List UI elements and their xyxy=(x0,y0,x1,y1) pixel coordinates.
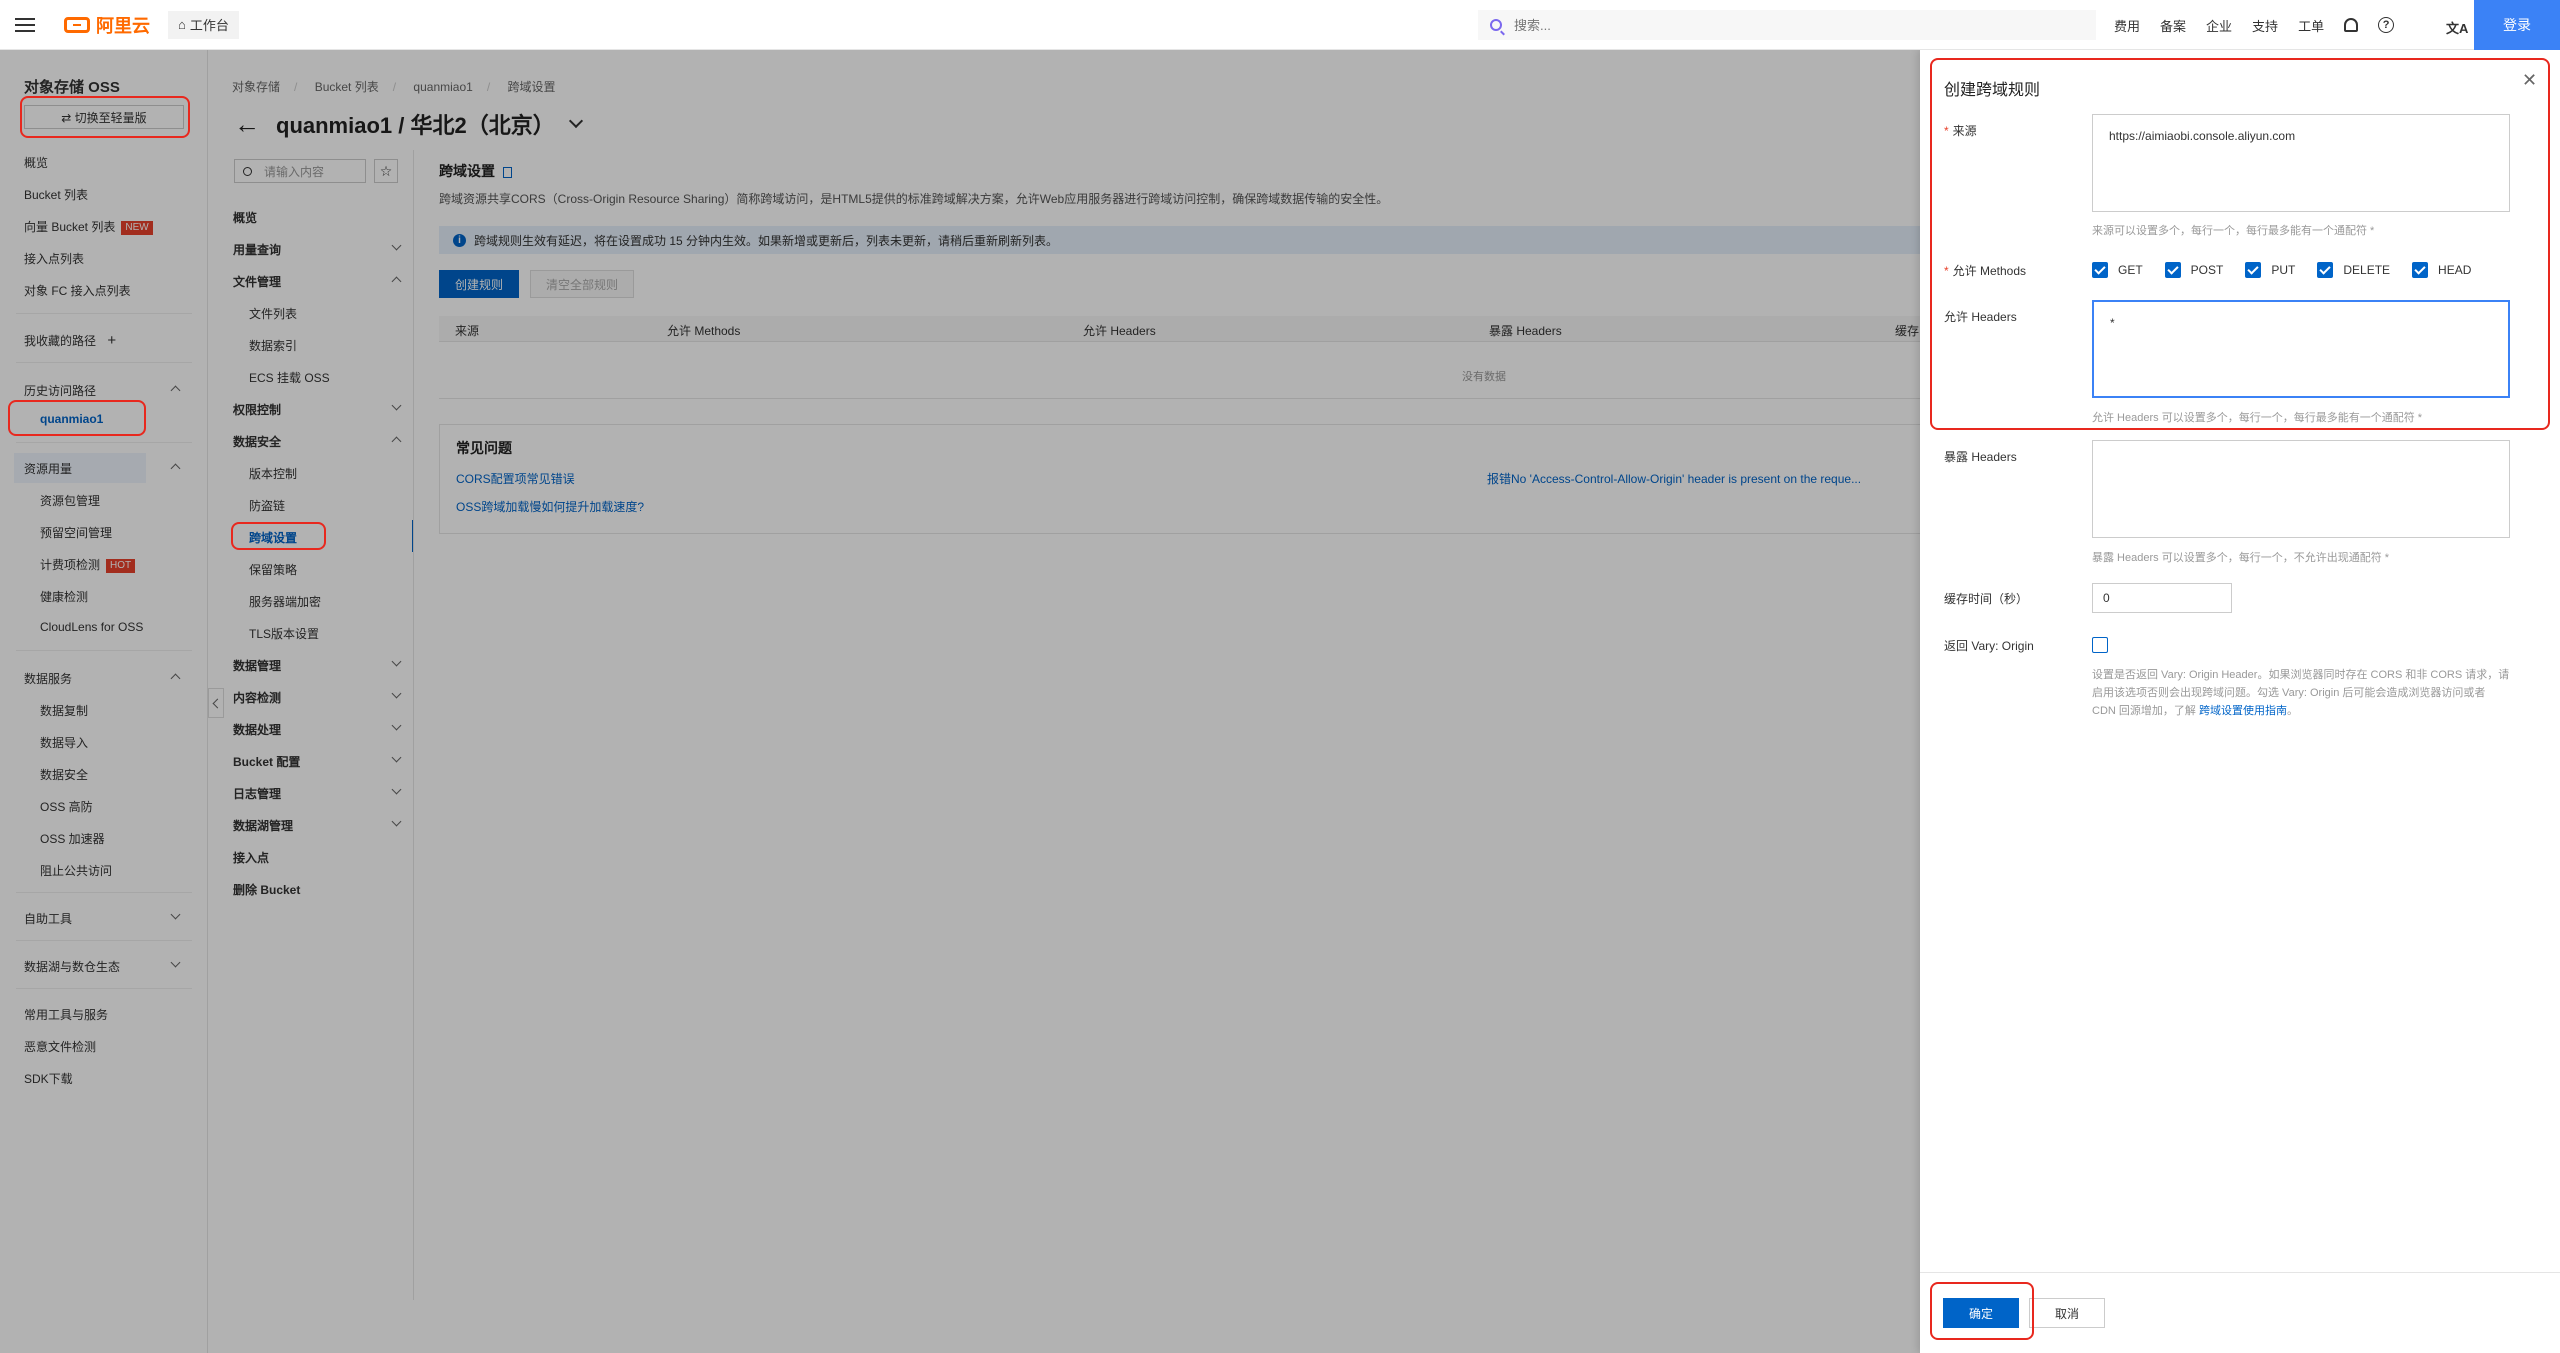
origin-label: * 来源 xyxy=(1944,124,1977,138)
top-navbar: 阿里云 ⌂工作台 费用 备案 企业 支持 工单 ? 文A 登录 xyxy=(0,0,2560,50)
nav-link-icp[interactable]: 备案 xyxy=(2160,16,2186,35)
checkbox-checked-icon xyxy=(2245,262,2262,278)
menu-icon[interactable] xyxy=(0,0,50,50)
cache-time-label: 缓存时间（秒） xyxy=(1944,592,2029,606)
checkbox-head[interactable]: HEAD xyxy=(2412,262,2471,278)
checkbox-checked-icon xyxy=(2412,262,2429,278)
top-nav-links: 费用 备案 企业 支持 工单 ? xyxy=(2114,0,2454,50)
checkbox-checked-icon xyxy=(2092,262,2108,278)
workbench-button[interactable]: ⌂ 工作台 xyxy=(168,10,239,39)
bell-icon[interactable] xyxy=(2344,18,2359,32)
help-icon[interactable]: ? xyxy=(2378,17,2395,33)
divider xyxy=(1920,1272,2560,1273)
vary-origin-checkbox[interactable] xyxy=(2092,637,2108,653)
checkbox-checked-icon xyxy=(2164,262,2181,278)
allow-headers-label: 允许 Headers xyxy=(1944,310,2017,324)
checkbox-put[interactable]: PUT xyxy=(2245,262,2295,278)
checkbox-checked-icon xyxy=(2317,262,2334,278)
expose-headers-textarea[interactable] xyxy=(2092,440,2510,538)
checkbox-post[interactable]: POST xyxy=(2164,262,2223,278)
vary-origin-label: 返回 Vary: Origin xyxy=(1944,639,2034,653)
methods-checkboxes: GET POST PUT DELETE HEAD xyxy=(2092,262,2493,278)
modal-overlay[interactable] xyxy=(0,50,1920,1353)
nav-link-support[interactable]: 支持 xyxy=(2252,16,2278,35)
translate-icon[interactable]: 文A xyxy=(2446,18,2468,37)
confirm-button[interactable]: 确定 xyxy=(1943,1298,2019,1328)
allow-headers-textarea[interactable]: * xyxy=(2092,300,2510,398)
cors-guide-link[interactable]: 跨域设置使用指南 xyxy=(2199,705,2287,717)
nav-link-ticket[interactable]: 工单 xyxy=(2298,16,2324,35)
search-icon xyxy=(1490,19,1502,31)
origin-textarea[interactable]: https://aimiaobi.console.aliyun.com xyxy=(2092,114,2510,212)
nav-link-fees[interactable]: 费用 xyxy=(2114,16,2140,35)
login-button[interactable]: 登录 xyxy=(2474,0,2560,50)
allow-headers-hint: 允许 Headers 可以设置多个，每行一个，每行最多能有一个通配符 * xyxy=(2092,412,2423,424)
origin-hint: 来源可以设置多个，每行一个，每行最多能有一个通配符 * xyxy=(2092,225,2375,237)
home-icon: ⌂ xyxy=(178,17,186,32)
expose-headers-label: 暴露 Headers xyxy=(1944,450,2017,464)
checkbox-delete[interactable]: DELETE xyxy=(2317,262,2390,278)
global-search[interactable] xyxy=(1478,10,2096,40)
close-icon[interactable]: ✕ xyxy=(2522,70,2537,91)
cancel-button[interactable]: 取消 xyxy=(2029,1298,2105,1328)
methods-label: * 允许 Methods xyxy=(1944,264,2027,278)
vary-origin-description: 设置是否返回 Vary: Origin Header。如果浏览器同时存在 COR… xyxy=(2092,669,2510,717)
aliyun-logo[interactable]: 阿里云 xyxy=(64,12,150,38)
expose-headers-hint: 暴露 Headers 可以设置多个，每行一个，不允许出现通配符 * xyxy=(2092,552,2390,564)
global-search-input[interactable] xyxy=(1514,17,2014,33)
cache-time-input[interactable] xyxy=(2092,583,2232,613)
drawer-title: 创建跨域规则 xyxy=(1944,82,2041,99)
nav-link-enterprise[interactable]: 企业 xyxy=(2206,16,2232,35)
checkbox-get[interactable]: GET xyxy=(2092,262,2143,278)
